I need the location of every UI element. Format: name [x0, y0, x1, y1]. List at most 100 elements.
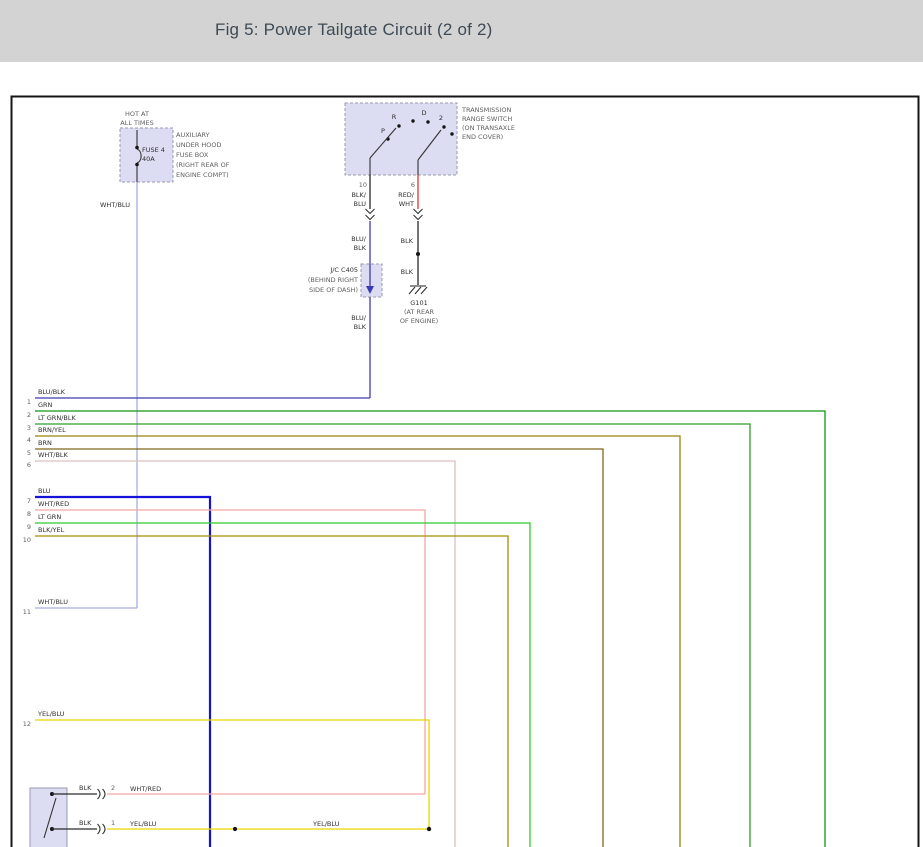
wire-pin6-branch: RED/ WHT BLK BLK G101 (AT REAR OF ENGINE…: [398, 175, 438, 325]
contact-dot: [450, 132, 453, 135]
wire-number: 5: [27, 449, 31, 457]
wire-label: LT GRN: [38, 513, 61, 521]
wiring-diagram: HOT AT ALL TIMES FUSE 4 40A AUXILIARY UN…: [0, 0, 923, 847]
wire-row-11: WHT/BLU 11: [23, 598, 137, 616]
trs-note: TRANSMISSION: [461, 106, 511, 114]
hot-at-label: ALL TIMES: [120, 119, 153, 127]
position-r: R: [392, 113, 397, 121]
wire-label: BLK/: [351, 191, 366, 199]
jc-label: J/C C405: [329, 266, 358, 274]
wire-label: BLU/BLK: [38, 388, 66, 396]
wire-label: WHT/BLU: [38, 598, 68, 606]
wire-label: BLK: [354, 323, 367, 331]
pin-6-label: 6: [411, 181, 415, 189]
wire-row-8: WHT/RED 8: [27, 500, 425, 794]
ground-icon: [409, 286, 427, 294]
wire-label-wht-blu: WHT/BLU: [100, 201, 130, 209]
transmission-range-switch: R D 2 P TRANSMISSION RANGE SWITCH (ON TR…: [345, 103, 515, 175]
wire-yel-blu: [35, 720, 429, 829]
wire-label-yel-blu: YEL/BLU: [129, 820, 157, 828]
jc-box-outline: [361, 264, 382, 297]
fuse-box-note: (RIGHT REAR OF: [176, 161, 230, 169]
wire-number: 10: [23, 536, 31, 544]
wire-number: 4: [27, 436, 31, 444]
jc-note: (BEHIND RIGHT: [308, 276, 358, 284]
wire-label: WHT/BLK: [38, 451, 69, 459]
wire-label: BLK: [79, 819, 92, 827]
fuse-box-note: ENGINE COMPT): [176, 171, 229, 179]
wire-label: RED/: [398, 191, 415, 199]
wire-label: BLU: [353, 200, 366, 208]
wire-row-12: YEL/BLU 12: [23, 710, 429, 829]
contact-dot: [411, 119, 414, 122]
ground-note: (AT REAR: [404, 308, 435, 316]
position-p: P: [381, 127, 385, 135]
fuse-box: HOT AT ALL TIMES FUSE 4 40A AUXILIARY UN…: [120, 110, 230, 182]
wire-label: BLK: [401, 237, 414, 245]
fuse-terminal-dot: [135, 146, 139, 150]
trs-note: RANGE SWITCH: [462, 115, 512, 123]
wire-number: 8: [27, 510, 31, 518]
wire-lt-grn-blk: [35, 424, 750, 847]
wire-number: 12: [23, 720, 31, 728]
wire-label: GRN: [38, 401, 53, 409]
fuse-rating: 40A: [142, 155, 155, 163]
jc-note: SIDE OF DASH): [309, 286, 358, 294]
fuse-box-note: FUSE BOX: [176, 151, 209, 159]
wire-label: WHT: [399, 200, 414, 208]
wire-row-10: BLK/YEL 10: [23, 526, 508, 847]
trs-note: (ON TRANSAXLE: [462, 124, 515, 132]
wire-label: BLK: [354, 244, 367, 252]
wire-row-1: BLU/BLK 1: [27, 388, 370, 406]
wire-label: BLK: [401, 268, 414, 276]
wire-label-yel-blu: YEL/BLU: [312, 820, 340, 828]
splice-dot: [416, 252, 420, 256]
wire-label: BLU: [38, 487, 51, 495]
position-2: 2: [439, 114, 443, 122]
wire-number: 9: [27, 523, 31, 531]
switch-box-outline: [30, 788, 67, 847]
inline-connector-icon: [414, 209, 423, 220]
wire-label: BRN: [38, 439, 52, 447]
pin-10-label: 10: [359, 181, 367, 189]
wire-row-2: GRN 2: [27, 401, 825, 847]
wire-label: BLU/: [351, 314, 367, 322]
wire-number: 2: [27, 411, 31, 419]
wire-label-wht-red: WHT/RED: [130, 785, 161, 793]
ground-name: G101: [410, 299, 427, 307]
hot-at-label: HOT AT: [125, 110, 149, 118]
diagram-border: [12, 97, 919, 847]
contact-dot: [397, 124, 400, 127]
contact-dot: [442, 125, 445, 128]
wire-label: BRN/YEL: [38, 426, 66, 434]
wire-number: 7: [27, 497, 31, 505]
wire-label: BLK/YEL: [38, 526, 65, 534]
wire-wht-red: [35, 510, 425, 794]
fuse-terminal-dot: [135, 163, 139, 167]
wire-label: LT GRN/BLK: [38, 414, 76, 422]
wire-number: 1: [27, 398, 31, 406]
fuse-box-note: UNDER HOOD: [176, 141, 221, 149]
wire-label: BLU/: [351, 235, 367, 243]
junction-c405: J/C C405 (BEHIND RIGHT SIDE OF DASH): [308, 264, 382, 297]
fuse-box-note: AUXILIARY: [176, 131, 210, 139]
wire-grn: [35, 411, 825, 847]
wire-number: 3: [27, 424, 31, 432]
wire-blk-yel: [35, 536, 508, 847]
pin-1-label: 1: [111, 819, 115, 827]
ground-note: OF ENGINE): [400, 317, 438, 325]
wire-number: 6: [27, 461, 31, 469]
wire-label: BLK: [79, 784, 92, 792]
inline-connector-icon: [98, 789, 106, 834]
fuse-name: FUSE 4: [142, 146, 165, 154]
position-d: D: [421, 109, 426, 117]
bottom-switch: BLK BLK 2 1: [30, 784, 115, 847]
wire-label: YEL/BLU: [37, 710, 65, 718]
wire-brn: [35, 449, 603, 847]
contact-dot: [426, 120, 429, 123]
splice-dot: [233, 827, 237, 831]
wire-number: 11: [23, 608, 31, 616]
wire-row-3: LT GRN/BLK 3: [27, 414, 750, 847]
pin-2-label: 2: [111, 784, 115, 792]
splice-dot: [427, 827, 431, 831]
